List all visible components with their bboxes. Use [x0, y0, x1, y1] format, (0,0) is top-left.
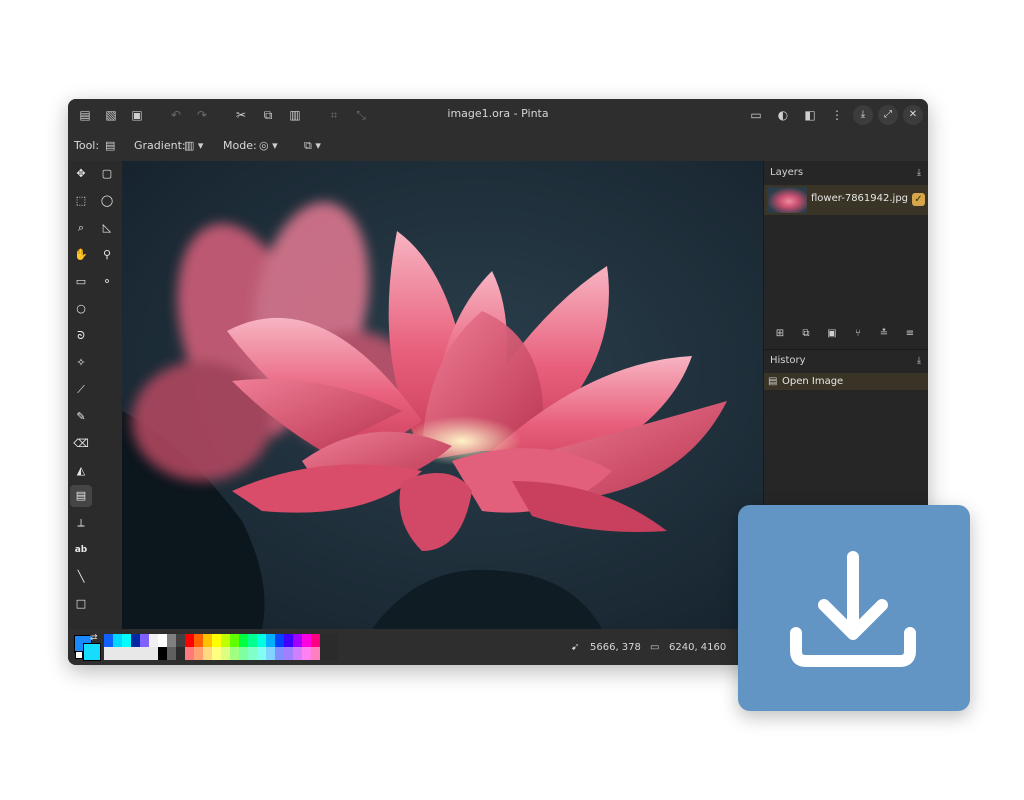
layers-menu-icon[interactable]: ⤓ [917, 168, 921, 178]
cursor-position-readout: 5666, 378 [590, 642, 641, 653]
gradient-label: Gradient: [134, 139, 186, 152]
color-picker-icon[interactable]: ⟂ [70, 512, 92, 534]
rectangle-icon[interactable]: □ [70, 593, 92, 615]
secondary-color-swatch[interactable] [83, 643, 101, 661]
image-menu-icon[interactable]: ▭ [749, 108, 763, 122]
rounded-rectangle-icon[interactable]: ▢ [96, 163, 118, 185]
add-layer-icon[interactable]: ⊞ [772, 328, 788, 342]
panel-divider [764, 349, 928, 350]
history-menu-icon[interactable]: ⤓ [917, 356, 921, 366]
close-button[interactable]: ✕ [903, 105, 923, 125]
pan-icon[interactable]: ✋ [70, 244, 92, 266]
layer-name: flower-7861942.jpg [811, 193, 909, 204]
main-menu-icon[interactable]: ⋮ [830, 108, 844, 122]
history-item[interactable]: ▤ Open Image [764, 373, 928, 390]
tool-box: ✥ ⬚ ⌕ ✋ ▭ ○ ᘐ ✧ ⟋ ✎ ⌫ ◭ ▤ ⟂ ab ╲ □ ▢ ◯ ◺… [68, 161, 122, 629]
merge-layer-icon[interactable]: ⑂ [850, 328, 866, 342]
download-icon [790, 551, 916, 667]
lasso-select-icon[interactable]: ᘐ [70, 325, 92, 347]
ellipse-icon[interactable]: ◯ [96, 190, 118, 212]
current-tool-gradient-icon: ▤ [105, 139, 116, 152]
freeform-shape-icon[interactable]: ◺ [96, 217, 118, 239]
recolor-icon[interactable]: ⚬ [96, 271, 118, 293]
layers-panel-title: Layers [770, 167, 804, 178]
selection-size-readout: 6240, 4160 [669, 642, 727, 653]
swap-colors-icon[interactable]: ⇄ [90, 633, 98, 643]
mode-dropdown[interactable]: ◎ ▾ [259, 139, 278, 152]
move-selection-icon[interactable]: ⬚ [70, 190, 92, 212]
download-badge [738, 505, 970, 711]
move-selected-icon[interactable]: ✥ [70, 163, 92, 185]
color-palette[interactable] [104, 634, 338, 660]
layer-item[interactable]: flower-7861942.jpg ✓ [764, 185, 928, 215]
canvas-image [122, 161, 763, 629]
gradient-type-dropdown[interactable]: ▥ ▾ [184, 139, 203, 152]
zoom-icon[interactable]: ⌕ [70, 217, 92, 239]
text-icon[interactable]: ab [70, 539, 92, 561]
clone-stamp-icon[interactable]: ⚲ [96, 244, 118, 266]
selection-size-icon: ▭ [650, 642, 660, 653]
tool-options-bar: Tool: ▤ Gradient: ▥ ▾ Mode: ◎ ▾ ⧉ ▾ [68, 131, 928, 161]
move-layer-up-icon[interactable]: ≛ [876, 328, 892, 342]
rectangle-select-icon[interactable]: ▭ [70, 271, 92, 293]
layer-visibility-checkbox[interactable]: ✓ [912, 193, 925, 206]
pencil-icon[interactable]: ✎ [70, 406, 92, 428]
eraser-icon[interactable]: ⌫ [70, 433, 92, 455]
gradient-icon[interactable]: ▤ [70, 485, 92, 507]
canvas[interactable] [122, 161, 763, 629]
paint-bucket-icon[interactable]: ◭ [70, 460, 92, 482]
mode-label: Mode: [223, 139, 257, 152]
duplicate-layer-icon[interactable]: ⧉ [798, 328, 814, 342]
ellipse-select-icon[interactable]: ○ [70, 298, 92, 320]
window-title: image1.ora - Pinta [447, 107, 549, 120]
effects-icon[interactable]: ◧ [803, 108, 817, 122]
paintbrush-icon[interactable]: ⟋ [70, 379, 92, 401]
magic-wand-icon[interactable]: ✧ [70, 352, 92, 374]
history-item-label: Open Image [782, 376, 844, 387]
tool-label: Tool: [74, 139, 100, 152]
adjustments-icon[interactable]: ◐ [776, 108, 790, 122]
minimize-button[interactable]: ⤓ [853, 105, 873, 125]
cursor-position-icon: ➹ [571, 642, 580, 653]
blend-mode-dropdown[interactable]: ⧉ ▾ [304, 139, 321, 153]
open-image-icon: ▤ [768, 376, 778, 387]
maximize-button[interactable]: ⤢ [878, 105, 898, 125]
delete-layer-icon[interactable]: ▣ [824, 328, 840, 342]
layer-thumbnail [767, 187, 807, 213]
history-panel-title: History [770, 355, 806, 366]
title-bar: ▤ ▧ ▣ ↶ ↷ ✂ ⧉ ▥ ⌗ ⤡ image1.ora - Pinta ▭… [68, 99, 928, 131]
layer-properties-icon[interactable]: ≡ [902, 328, 918, 342]
line-curve-icon[interactable]: ╲ [70, 566, 92, 588]
reset-colors-icon[interactable] [75, 651, 83, 659]
